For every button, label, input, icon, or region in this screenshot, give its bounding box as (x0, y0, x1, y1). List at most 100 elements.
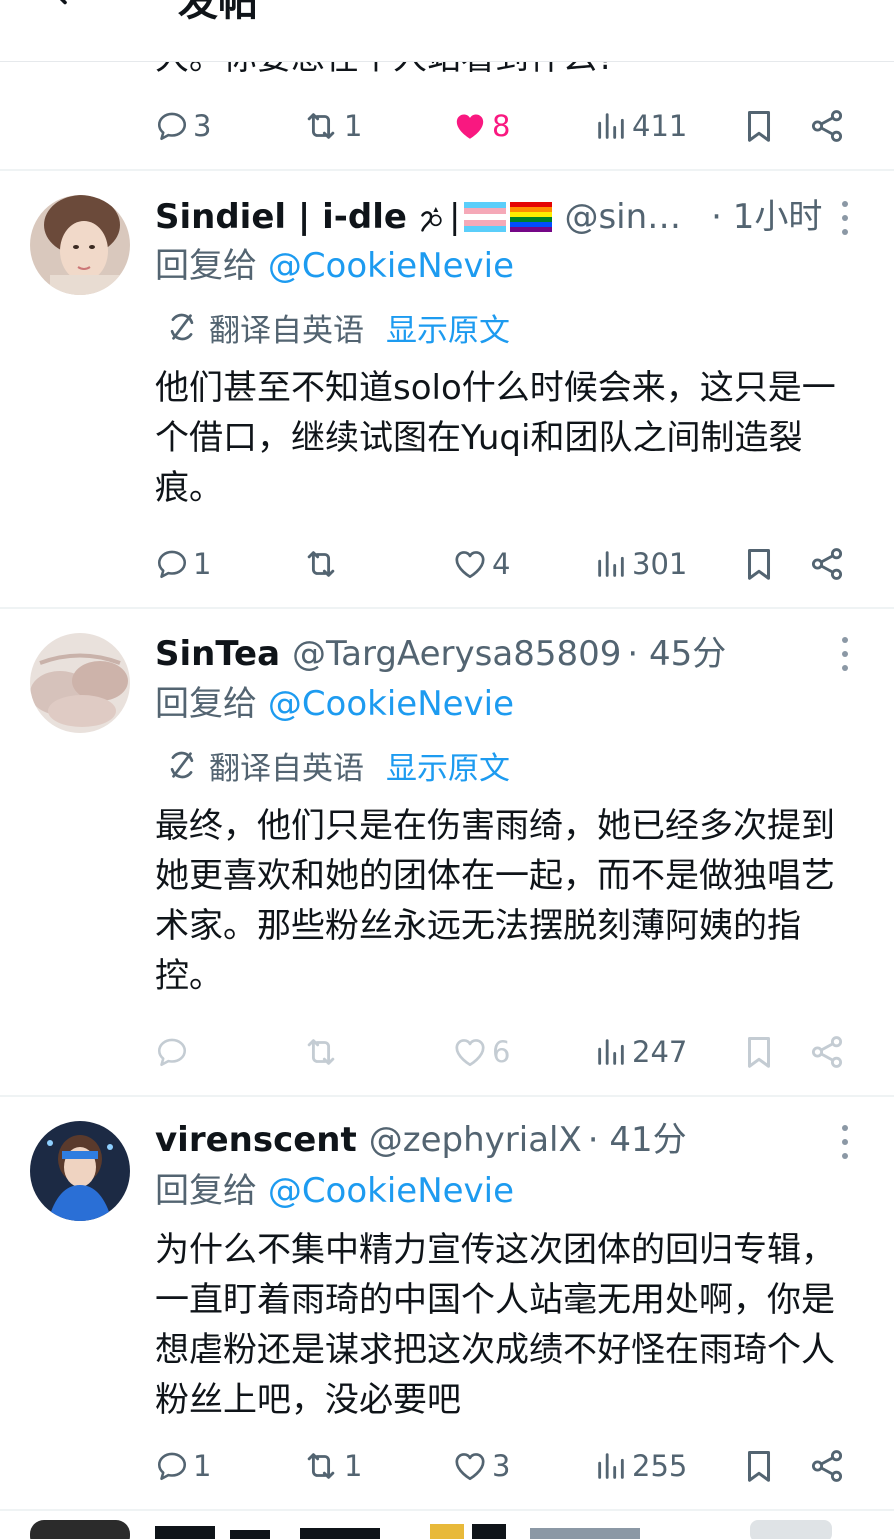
like-count: 6 (492, 1035, 511, 1069)
heart-icon (452, 546, 488, 582)
reply-icon (155, 547, 189, 581)
reply-prefix: 回复给 (155, 1171, 257, 1211)
share-icon (808, 107, 846, 145)
like-button[interactable]: 8 (452, 104, 510, 148)
timestamp[interactable]: · 45分 (627, 631, 726, 677)
tweet-text: 为什么不集中精力宣传这次团体的回归专辑，一直盯着雨琦的中国个人站毫无用处啊，你是… (155, 1230, 835, 1420)
reply-mention-link[interactable]: @CookieNevie (268, 246, 514, 286)
bookmark-icon (740, 1033, 778, 1071)
retweet-button[interactable]: 1 (302, 1444, 362, 1488)
avatar[interactable] (30, 195, 130, 295)
share-icon (808, 1033, 846, 1071)
bookmark-button[interactable] (740, 1444, 778, 1488)
avatar-image (30, 195, 130, 295)
like-count: 3 (492, 1449, 511, 1483)
tweet-header: SinTea @TargAerysa85809 · 45分 (155, 631, 726, 677)
views-icon (594, 1449, 628, 1483)
more-options-icon[interactable] (832, 634, 858, 674)
reply-count: 3 (193, 109, 212, 143)
like-count: 8 (492, 109, 511, 143)
reply-context: 回复给 @CookieNevie (155, 243, 514, 289)
views-button[interactable]: 255 (594, 1444, 687, 1488)
share-button[interactable] (808, 542, 846, 586)
reply-context: 回复给 @CookieNevie (155, 1168, 514, 1214)
retweet-count: 1 (344, 1449, 363, 1483)
reply-context: 回复给 @CookieNevie (155, 681, 514, 727)
timestamp[interactable]: · 41分 (588, 1117, 687, 1163)
translate-label: 翻译自英语 (209, 750, 364, 787)
bookmark-icon (740, 1447, 778, 1485)
user-handle[interactable]: @TargAerysa85809 (292, 631, 621, 677)
translate-label: 翻译自英语 (209, 312, 364, 349)
share-button[interactable] (808, 104, 846, 148)
views-button[interactable]: 247 (594, 1030, 687, 1074)
more-options-icon[interactable] (832, 198, 858, 238)
avatar[interactable] (30, 633, 130, 733)
tweet-actions: 1 1 3 255 (0, 1444, 894, 1488)
retweet-button[interactable] (302, 542, 344, 586)
share-icon (808, 545, 846, 583)
translation-bar: 翻译自英语 显示原文 (165, 305, 510, 349)
back-arrow-icon[interactable] (44, 0, 80, 10)
share-button[interactable] (808, 1030, 846, 1074)
bookmark-button[interactable] (740, 104, 778, 148)
tweet-text: 他们甚至不知道solo什么时候会来，这只是一个借口，继续试图在Yuqi和团队之间… (155, 368, 836, 508)
divider (0, 1509, 894, 1511)
views-count: 247 (632, 1035, 688, 1069)
bookmark-button[interactable] (740, 542, 778, 586)
heart-icon (452, 1034, 488, 1070)
avatar-image (30, 1121, 130, 1221)
display-name[interactable]: Sindiel | i-dle (155, 194, 407, 240)
reply-button[interactable]: 1 (155, 542, 211, 586)
show-original-link[interactable]: 显示原文 (386, 743, 510, 788)
heart-icon (452, 1448, 488, 1484)
divider (0, 169, 894, 171)
like-button[interactable]: 3 (452, 1444, 510, 1488)
display-name[interactable]: virenscent (155, 1117, 357, 1163)
display-name[interactable]: SinTea (155, 631, 280, 677)
views-icon (594, 547, 628, 581)
views-icon (594, 1035, 628, 1069)
views-button[interactable]: 301 (594, 542, 687, 586)
bookmark-icon (740, 107, 778, 145)
avatar[interactable] (30, 1121, 130, 1221)
tweet-actions: 1 4 301 (0, 542, 894, 586)
retweet-count: 1 (344, 109, 363, 143)
views-count: 255 (632, 1449, 688, 1483)
divider (0, 1095, 894, 1097)
bookmark-button[interactable] (740, 1030, 778, 1074)
like-button[interactable]: 4 (452, 542, 510, 586)
reply-mention-link[interactable]: @CookieNevie (268, 1171, 514, 1211)
share-icon (808, 1447, 846, 1485)
translate-icon (165, 748, 199, 782)
retweet-button[interactable]: 1 (302, 104, 362, 148)
tweet-header: virenscent @zephyrialX · 41分 (155, 1117, 687, 1163)
retweet-button[interactable] (302, 1030, 344, 1074)
share-button[interactable] (808, 1444, 846, 1488)
translation-bar: 翻译自英语 显示原文 (165, 743, 510, 787)
reply-button[interactable]: 3 (155, 104, 211, 148)
more-options-icon[interactable] (832, 1122, 858, 1162)
top-app-bar: 发帖 (0, 0, 894, 62)
heart-filled-icon (452, 108, 488, 144)
show-original-link[interactable]: 显示原文 (386, 305, 510, 350)
user-handle[interactable]: @sin… (564, 194, 681, 240)
reply-prefix: 回复给 (155, 246, 257, 286)
timestamp[interactable]: · 1小时 (711, 194, 822, 240)
tweet-text: 最终，他们只是在伤害雨绮，她已经多次提到她更喜欢和她的团体在一起，而不是做独唱艺… (155, 806, 835, 996)
reply-prefix: 回复给 (155, 684, 257, 724)
reply-mention-link[interactable]: @CookieNevie (268, 684, 514, 724)
reply-icon (155, 1449, 189, 1483)
like-button[interactable]: 6 (452, 1030, 510, 1074)
next-tweet-peek (30, 1520, 832, 1539)
views-button[interactable]: 411 (594, 104, 687, 148)
retweet-icon (302, 1033, 340, 1071)
reply-button[interactable] (155, 1030, 193, 1074)
rainbow-flag-icon (510, 202, 553, 232)
views-count: 301 (632, 547, 688, 581)
reply-icon (155, 109, 189, 143)
reply-button[interactable]: 1 (155, 1444, 211, 1488)
separator-bar: | (448, 197, 461, 237)
avatar-image (30, 633, 130, 733)
user-handle[interactable]: @zephyrialX (369, 1117, 582, 1163)
